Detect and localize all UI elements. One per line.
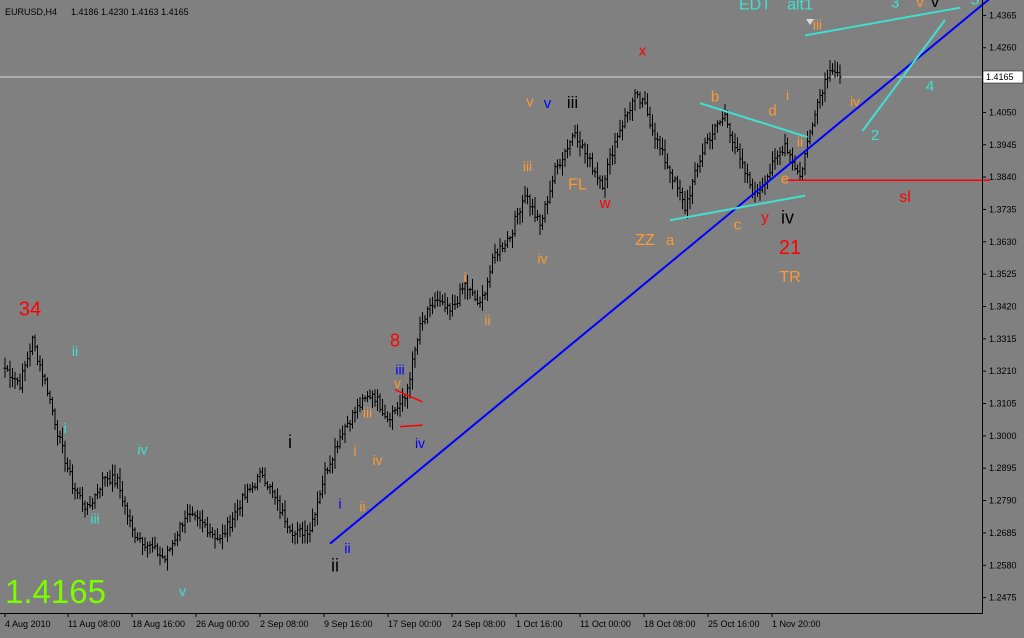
y-tick-label: 1.3735 (989, 204, 1017, 214)
wave-label: b (711, 89, 719, 106)
current-price-axis-label: 1.4165 (986, 72, 1014, 82)
wave-label: i (353, 443, 356, 459)
wave-label: ii (484, 312, 490, 328)
wave-label: ii (797, 133, 803, 149)
plot-area (0, 0, 982, 613)
wave-label: d (768, 103, 776, 120)
x-tick-label: 11 Oct 00:00 (580, 619, 631, 629)
wave-label: v (179, 583, 186, 599)
y-tick-label: 1.3525 (989, 269, 1017, 279)
wave-label: v (526, 93, 534, 110)
x-tick-label: 24 Sep 08:00 (452, 619, 506, 629)
wave-label: c (734, 216, 742, 233)
wave-label: v (394, 375, 401, 391)
y-tick-label: 1.4365 (989, 10, 1017, 20)
y-tick-label: 1.2475 (989, 593, 1017, 603)
wave-label: ii (344, 540, 350, 556)
x-tick-label: 1 Nov 20:00 (772, 619, 821, 629)
chart-symbol-label: EURUSD,H4 (5, 7, 57, 17)
wave-label: sl (899, 189, 911, 206)
wave-label: i (338, 495, 341, 511)
y-tick-label: 1.3000 (989, 431, 1017, 441)
x-tick-label: 25 Oct 16:00 (708, 619, 760, 629)
wave-label: i (63, 420, 66, 436)
wave-label: v (931, 0, 940, 11)
y-tick-label: 1.3840 (989, 172, 1017, 182)
x-tick-label: 18 Oct 08:00 (644, 619, 696, 629)
y-tick-label: 1.2895 (989, 463, 1017, 473)
chart-window: EDT alt1 3 v v 5 iii x v v iii b i d iv 4 2 ii iii FL w e sl c y… (0, 0, 1024, 633)
wave-label: TR (779, 269, 800, 286)
wave-label: iv (537, 250, 547, 266)
y-tick-label: 1.2790 (989, 496, 1017, 506)
wave-label: w (599, 195, 611, 212)
y-tick-label: 1.2685 (989, 528, 1017, 538)
y-tick-label: 1.3105 (989, 399, 1017, 409)
wave-label: iv (372, 452, 382, 468)
wave-label: ZZ (635, 232, 655, 249)
x-tick-label: 18 Aug 16:00 (132, 619, 185, 629)
wave-label: y (761, 209, 769, 226)
chart-ohlc-label: 1.4186 1.4230 1.4163 1.4165 (71, 7, 189, 17)
x-tick-label: 17 Sep 00:00 (388, 619, 442, 629)
x-tick-label: 2 Sep 08:00 (260, 619, 309, 629)
wave-label: iii (567, 93, 578, 112)
wave-label: i (786, 87, 789, 103)
wave-label: 21 (779, 237, 801, 259)
current-price-large: 1.4165 (5, 573, 106, 610)
wave-label: iii (90, 511, 99, 527)
wave-label: ii (72, 343, 78, 359)
wave-label: 4 (926, 78, 934, 95)
wave-label: iv (781, 207, 794, 227)
y-tick-label: 1.3420 (989, 302, 1017, 312)
y-tick-label: 1.3210 (989, 366, 1017, 376)
wave-label: 5 (971, 0, 980, 9)
x-tick-label: 11 Aug 08:00 (68, 619, 120, 629)
wave-label: 2 (871, 127, 879, 144)
x-tick-label: 26 Aug 00:00 (196, 619, 249, 629)
wave-label: v (544, 95, 552, 112)
wave-label: iv (415, 435, 425, 451)
y-tick-label: 1.3315 (989, 334, 1017, 344)
wave-label: iv (137, 441, 147, 457)
wave-label: FL (568, 176, 587, 193)
wave-label: iii (523, 158, 532, 174)
wave-label: v (916, 0, 924, 11)
wave-label: 34 (19, 299, 41, 321)
price-chart[interactable]: EDT alt1 3 v v 5iiixv v iii b idiv42iiiiiFLweslc y… (0, 0, 1024, 633)
wave-label: iii (813, 16, 822, 32)
wave-label: iii (363, 404, 372, 420)
wave-label: EDT (739, 0, 771, 13)
wave-label: a (666, 232, 675, 249)
y-tick-label: 1.3630 (989, 237, 1017, 247)
y-tick-label: 1.3945 (989, 140, 1017, 150)
wave-label: 3 (891, 0, 899, 12)
y-tick-label: 1.4050 (989, 107, 1017, 117)
x-tick-label: 1 Oct 16:00 (516, 619, 563, 629)
x-tick-label: 9 Sep 16:00 (324, 619, 373, 629)
wave-label: x (639, 42, 647, 59)
wave-label: ii (359, 498, 365, 514)
y-tick-label: 1.4260 (989, 43, 1017, 53)
wave-label: ii (331, 555, 339, 575)
y-tick-label: 1.2580 (989, 560, 1017, 570)
wave-label: e (781, 170, 789, 187)
x-tick-label: 4 Aug 2010 (5, 619, 51, 629)
wave-label: i (288, 432, 292, 452)
wave-label: iv (850, 93, 860, 109)
wave-label: alt1 (787, 0, 813, 13)
wave-label: 8 (390, 331, 400, 351)
wave-label: i (463, 269, 466, 285)
